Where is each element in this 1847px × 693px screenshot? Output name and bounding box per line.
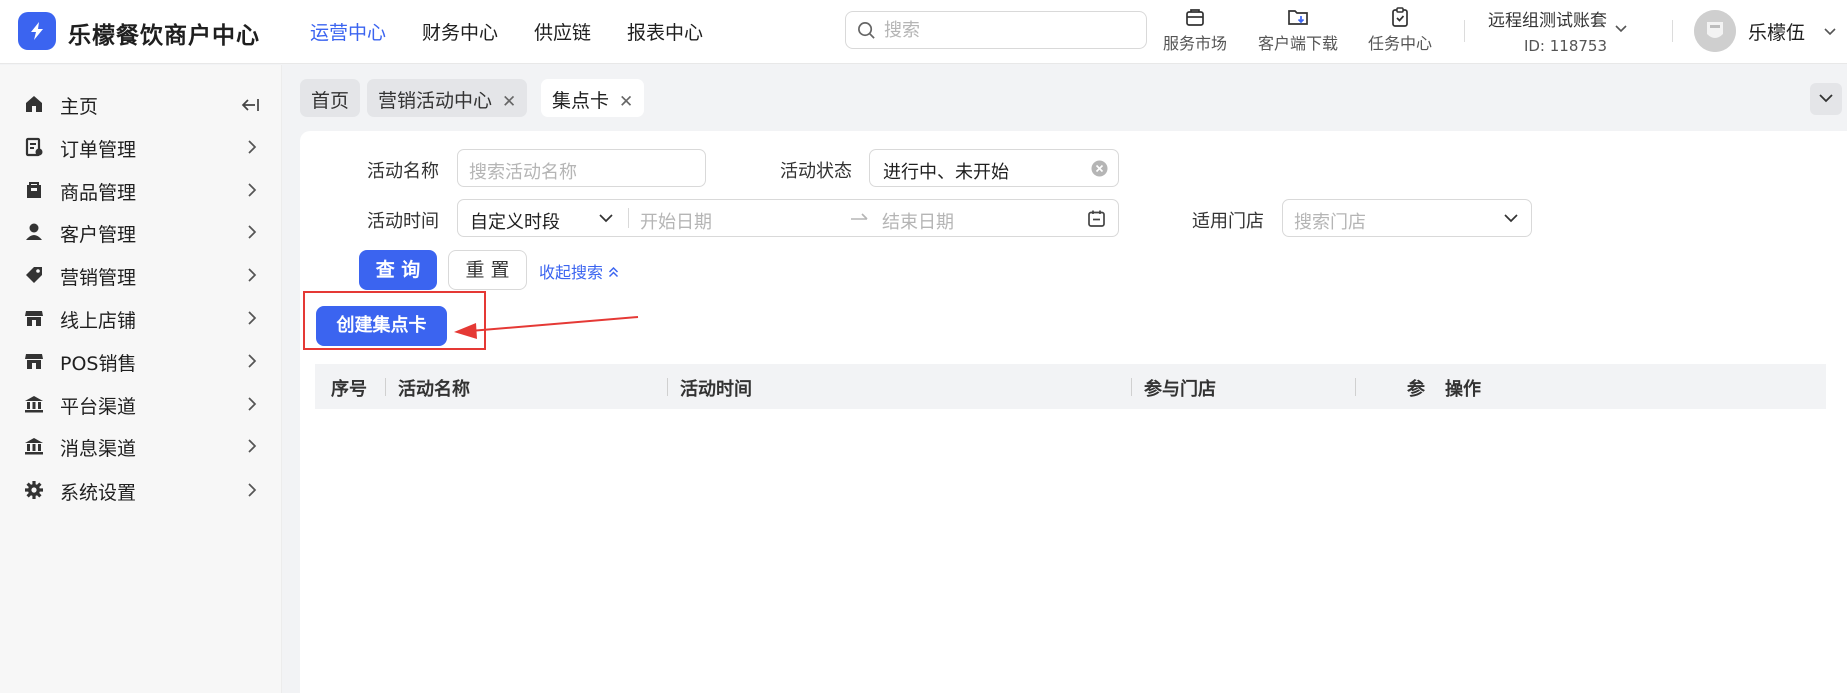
brand-name: 乐檬餐饮商户中心 <box>68 23 260 49</box>
sidebar-item-online-shop[interactable]: 线上店铺 <box>0 297 282 339</box>
chevron-right-icon <box>248 183 257 197</box>
store-label: 适用门店 <box>1192 211 1264 232</box>
sidebar-item-pos[interactable]: POS销售 <box>0 340 282 382</box>
sidebar-item-customers[interactable]: 客户管理 <box>0 211 282 253</box>
sidebar-item-home[interactable]: 主页 <box>0 83 282 125</box>
column-separator <box>1355 378 1356 396</box>
collapse-search-link[interactable]: 收起搜索 <box>539 259 619 283</box>
query-button[interactable]: 查 询 <box>359 250 437 290</box>
task-center-button[interactable]: 任务中心 <box>1368 6 1432 54</box>
chevron-down-icon[interactable] <box>598 212 614 226</box>
clipboard-check-icon <box>1392 7 1408 27</box>
client-download-button[interactable]: 客户端下载 <box>1258 6 1338 54</box>
table-header: 序号 活动名称 活动时间 参与门店 参 操作 <box>315 364 1826 409</box>
sidebar: 主页 订单管理 商品管理 客户管理 营销管理 线上店铺 POS销售 平台渠道 消 <box>0 65 282 693</box>
column-header: 活动时间 <box>680 379 752 400</box>
sidebar-item-marketing[interactable]: 营销管理 <box>0 254 282 296</box>
order-icon <box>25 137 43 157</box>
sidebar-item-orders[interactable]: 订单管理 <box>0 126 282 168</box>
bank-icon <box>25 396 43 413</box>
collapse-sidebar-icon[interactable] <box>240 97 260 113</box>
column-separator <box>385 378 386 396</box>
activity-time-label: 活动时间 <box>367 211 439 232</box>
header-divider <box>1464 20 1465 42</box>
account-id: ID: 118753 <box>1523 37 1607 55</box>
end-date-input[interactable]: 结束日期 <box>882 208 954 234</box>
chevron-right-icon <box>248 483 257 497</box>
home-icon <box>26 96 42 112</box>
sidebar-item-goods[interactable]: 商品管理 <box>0 169 282 211</box>
calendar-icon[interactable] <box>1087 209 1106 228</box>
nav-finance[interactable]: 财务中心 <box>422 18 498 45</box>
create-stamp-card-button[interactable]: 创建集点卡 <box>316 306 447 346</box>
tab-stamp-card[interactable]: 集点卡 ✕ <box>541 79 645 117</box>
search-icon <box>858 22 875 39</box>
avatar[interactable] <box>1694 10 1736 52</box>
start-date-input[interactable]: 开始日期 <box>640 208 712 234</box>
bank-icon <box>25 438 43 455</box>
user-name[interactable]: 乐檬伍 <box>1748 18 1805 45</box>
chevron-right-icon <box>248 225 257 239</box>
store-bag-icon <box>1186 9 1204 26</box>
double-chevron-up-icon <box>609 266 619 278</box>
column-header: 参与门店 <box>1144 379 1216 400</box>
download-folder-icon <box>1288 10 1308 25</box>
top-header: 乐檬餐饮商户中心 运营中心 财务中心 供应链 报表中心 服务市场 客户端下载 任… <box>0 0 1847 64</box>
chevron-right-icon <box>248 311 257 325</box>
header-divider <box>1672 20 1673 42</box>
brand-logo-icon[interactable] <box>18 12 56 50</box>
chevron-down-icon <box>1615 25 1627 33</box>
global-search <box>845 11 1147 49</box>
arrow-right-icon <box>851 213 868 220</box>
account-switcher[interactable]: 远程组测试账套 ID: 118753 <box>1488 6 1629 55</box>
chevron-right-icon <box>248 140 257 154</box>
close-icon[interactable]: ✕ <box>619 92 633 112</box>
column-separator <box>1131 378 1132 396</box>
sidebar-item-platform-channels[interactable]: 平台渠道 <box>0 383 282 425</box>
nav-supply-chain[interactable]: 供应链 <box>534 18 591 45</box>
reset-button[interactable]: 重 置 <box>448 250 527 290</box>
tab-marketing-center[interactable]: 营销活动中心 ✕ <box>367 79 528 117</box>
column-separator <box>667 378 668 396</box>
user-icon <box>26 223 42 240</box>
nav-operations[interactable]: 运营中心 <box>310 18 386 45</box>
chevron-right-icon <box>248 397 257 411</box>
chevron-right-icon <box>248 354 257 368</box>
search-input[interactable] <box>884 18 1134 42</box>
activity-name-label: 活动名称 <box>367 161 439 182</box>
tag-icon <box>26 267 42 283</box>
account-name: 远程组测试账套 <box>1488 11 1607 31</box>
activity-name-input[interactable]: 搜索活动名称 <box>457 149 706 187</box>
store-select[interactable]: 搜索门店 <box>1282 199 1532 237</box>
annotation-arrow <box>454 316 639 339</box>
tabs-menu-button[interactable] <box>1810 83 1842 115</box>
chevron-down-icon <box>1504 214 1518 223</box>
nav-reports[interactable]: 报表中心 <box>627 18 703 45</box>
close-icon[interactable]: ✕ <box>502 92 516 112</box>
gear-icon <box>25 481 43 499</box>
activity-time-range: 自定义时段 开始日期 结束日期 <box>457 199 1119 237</box>
activity-status-select[interactable]: 进行中、未开始 <box>869 149 1119 187</box>
column-header: 操作 <box>1445 379 1481 400</box>
column-header: 参 <box>1407 379 1425 400</box>
sidebar-item-message-channels[interactable]: 消息渠道 <box>0 425 282 467</box>
time-range-type-select[interactable]: 自定义时段 <box>470 208 560 234</box>
service-market-button[interactable]: 服务市场 <box>1163 6 1227 54</box>
chevron-right-icon <box>248 268 257 282</box>
main-nav: 运营中心 财务中心 供应链 报表中心 <box>310 18 739 45</box>
tab-home[interactable]: 首页 <box>300 79 361 117</box>
column-header: 序号 <box>331 379 367 400</box>
column-header: 活动名称 <box>398 379 470 400</box>
chevron-down-icon <box>1819 94 1833 103</box>
chevron-right-icon <box>248 439 257 453</box>
shop-icon <box>25 311 43 326</box>
activity-status-label: 活动状态 <box>780 161 852 182</box>
chevron-down-icon[interactable] <box>1822 23 1838 39</box>
pos-icon <box>25 354 43 369</box>
clear-icon[interactable] <box>1091 160 1108 177</box>
goods-icon <box>27 182 41 198</box>
sidebar-item-settings[interactable]: 系统设置 <box>0 469 282 511</box>
